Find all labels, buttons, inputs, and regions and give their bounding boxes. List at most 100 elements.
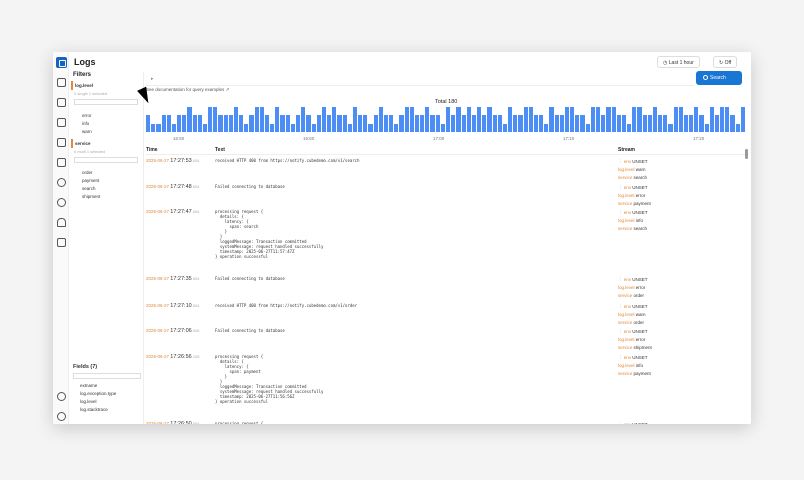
histogram-bar[interactable] — [435, 115, 440, 132]
histogram-bar[interactable] — [699, 115, 704, 132]
histogram-bar[interactable] — [202, 123, 208, 132]
histogram-bar[interactable] — [177, 115, 182, 132]
filter-search-input[interactable] — [74, 157, 138, 163]
stream-label[interactable]: ⋮ env UNSET — [618, 158, 648, 166]
compass-icon[interactable] — [57, 178, 66, 187]
histogram-bar[interactable] — [420, 115, 425, 132]
histogram-bar[interactable] — [363, 115, 368, 132]
histogram-bar[interactable] — [378, 107, 383, 132]
histogram-bar[interactable] — [373, 115, 378, 132]
histogram-bar[interactable] — [725, 107, 730, 132]
filter-section-log-level[interactable]: log.level 0 single 1 selected error info… — [71, 81, 141, 135]
histogram-bar[interactable] — [285, 115, 290, 132]
histogram-bar[interactable] — [187, 107, 192, 132]
histogram-bar[interactable] — [466, 107, 471, 132]
histogram-bar[interactable] — [704, 123, 709, 132]
histogram-bar[interactable] — [689, 115, 694, 132]
stream-label[interactable]: log.level warn — [618, 311, 648, 319]
histogram-bar[interactable] — [213, 107, 218, 132]
histogram-bar[interactable] — [394, 123, 399, 132]
histogram-chart[interactable] — [146, 107, 746, 132]
histogram-bar[interactable] — [290, 123, 295, 132]
histogram-bar[interactable] — [228, 115, 233, 132]
stream-label[interactable]: log.level info — [618, 362, 651, 370]
histogram-bar[interactable] — [409, 107, 414, 132]
histogram-bar[interactable] — [513, 115, 518, 132]
histogram-bar[interactable] — [658, 115, 663, 132]
filter-item[interactable]: payment — [71, 176, 141, 184]
histogram-bar[interactable] — [171, 123, 177, 132]
inbox-icon[interactable] — [57, 238, 66, 247]
histogram-bar[interactable] — [518, 115, 523, 132]
histogram-bar[interactable] — [497, 115, 502, 132]
filter-item[interactable]: shipment — [71, 192, 141, 200]
filter-search-input[interactable] — [74, 99, 138, 105]
time-range-button[interactable]: ◷ Last 1 hour — [657, 56, 700, 68]
histogram-bar[interactable] — [275, 107, 280, 132]
histogram-bar[interactable] — [461, 115, 466, 132]
histogram-bar[interactable] — [358, 115, 363, 132]
histogram-bar[interactable] — [730, 115, 735, 132]
histogram-bar[interactable] — [673, 107, 678, 132]
histogram-bar[interactable] — [539, 115, 544, 132]
histogram-bar[interactable] — [502, 123, 508, 132]
histogram-bar[interactable] — [414, 115, 420, 132]
stream-label[interactable]: ⋮ env UNSET — [618, 421, 648, 424]
histogram-bar[interactable] — [632, 107, 637, 132]
stream-label[interactable]: log.level error — [618, 284, 648, 292]
stream-label[interactable]: log.level warn — [618, 166, 648, 174]
histogram-bar[interactable] — [523, 107, 528, 132]
histogram-bar[interactable] — [492, 115, 497, 132]
histogram-bar[interactable] — [528, 107, 533, 132]
storage-icon[interactable] — [57, 138, 66, 147]
field-item[interactable]: log.exception.type — [70, 389, 144, 397]
histogram-bar[interactable] — [611, 107, 616, 132]
histogram-bar[interactable] — [663, 115, 668, 132]
histogram-bar[interactable] — [564, 107, 570, 132]
stream-label[interactable]: ⋮ env UNSET — [618, 209, 648, 217]
stream-label[interactable]: ⋮ env UNSET — [618, 303, 648, 311]
histogram-bar[interactable] — [259, 107, 264, 132]
histogram-bar[interactable] — [549, 107, 554, 132]
histogram-bar[interactable] — [352, 107, 358, 132]
histogram-bar[interactable] — [533, 115, 539, 132]
histogram-bar[interactable] — [321, 107, 327, 132]
histogram-bar[interactable] — [544, 123, 549, 132]
histogram-bar[interactable] — [223, 115, 228, 132]
histogram-bar[interactable] — [347, 123, 352, 132]
histogram-bar[interactable] — [471, 115, 477, 132]
histogram-bar[interactable] — [270, 123, 275, 132]
field-item[interactable]: log.level — [70, 397, 144, 405]
stream-label[interactable]: ⋮ env UNSET — [618, 328, 652, 336]
histogram-bar[interactable] — [709, 107, 714, 132]
bell-icon[interactable] — [57, 218, 66, 227]
histogram-bar[interactable] — [280, 115, 285, 132]
histogram-bar[interactable] — [456, 107, 461, 132]
query-input[interactable]: ▸ — [146, 72, 694, 86]
histogram-bar[interactable] — [264, 115, 270, 132]
fields-search-input[interactable] — [73, 373, 141, 379]
histogram-bar[interactable] — [249, 115, 254, 132]
histogram-bar[interactable] — [327, 115, 332, 132]
histogram-bar[interactable] — [404, 107, 409, 132]
histogram-bar[interactable] — [668, 123, 673, 132]
stream-label[interactable]: ⋮ env UNSET — [618, 354, 651, 362]
stream-label[interactable]: log.level error — [618, 336, 652, 344]
histogram-bar[interactable] — [146, 115, 151, 132]
histogram-bar[interactable] — [306, 115, 311, 132]
histogram-bar[interactable] — [642, 115, 647, 132]
stream-label[interactable]: ⋮ env UNSET — [618, 276, 648, 284]
histogram-bar[interactable] — [425, 107, 430, 132]
histogram-bar[interactable] — [740, 107, 745, 132]
column-time[interactable]: Time — [146, 147, 158, 153]
histogram-bar[interactable] — [383, 115, 389, 132]
filter-item[interactable]: warn — [71, 127, 141, 135]
histogram-bar[interactable] — [332, 107, 337, 132]
histogram-bar[interactable] — [440, 123, 445, 132]
histogram-bar[interactable] — [585, 123, 590, 132]
histogram-bar[interactable] — [570, 107, 575, 132]
histogram-bar[interactable] — [596, 107, 601, 132]
stream-label[interactable]: service search — [618, 174, 648, 182]
histogram-bar[interactable] — [316, 115, 321, 132]
settings-icon[interactable] — [57, 392, 66, 401]
